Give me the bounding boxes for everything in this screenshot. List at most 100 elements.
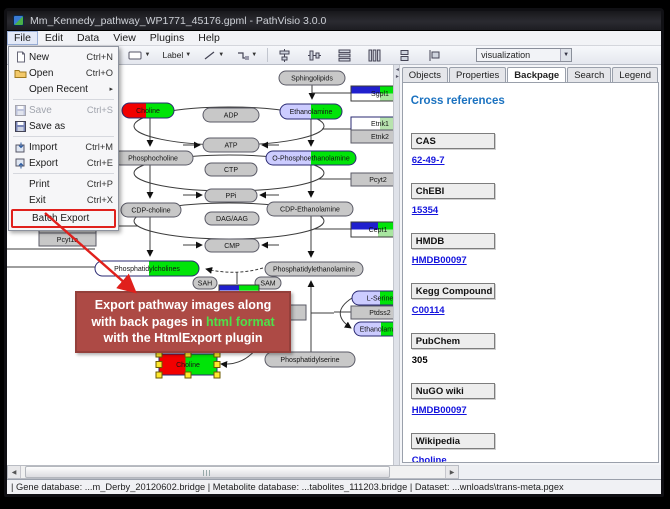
tab-legend[interactable]: Legend: [612, 67, 658, 82]
menu-separator: [13, 136, 114, 137]
phosphatidylethanolamine-node[interactable]: Phosphatidylethanolamine: [265, 262, 363, 276]
scroll-right-icon[interactable]: ▶: [445, 466, 458, 478]
dag-aag-node[interactable]: DAG/AAG: [205, 212, 259, 225]
align-center-button[interactable]: [274, 47, 295, 63]
gene-node-button[interactable]: ▼: [124, 47, 155, 63]
menu-item-label: Print: [29, 179, 87, 190]
node-label: Phosphatidylserine: [280, 357, 339, 364]
title-bar[interactable]: Mm_Kennedy_pathway_WP1771_45176.gpml - P…: [7, 11, 661, 31]
visualization-value: visualization: [481, 50, 530, 60]
pcyt1a-node[interactable]: Pcyt1a: [39, 233, 96, 246]
node-label: SAM: [260, 280, 275, 287]
cdp-ethanolamine-node[interactable]: CDP-Ethanolamine: [267, 202, 353, 216]
selection-handle: [156, 372, 162, 378]
status-bar: | Gene database: ...m_Derby_20120602.bri…: [7, 479, 661, 494]
menu-help[interactable]: Help: [191, 31, 227, 45]
ethanolamine-top-node[interactable]: Ethanolamine: [280, 104, 342, 119]
stack-vertical-button[interactable]: [394, 47, 415, 63]
file-menu-item-batch-export[interactable]: Batch Export: [13, 211, 114, 226]
menu-item-label: New: [29, 52, 86, 63]
tab-objects[interactable]: Objects: [402, 67, 448, 82]
choline-top-node[interactable]: Choline: [122, 103, 174, 118]
crossref-value: 305: [412, 355, 428, 366]
crossref-link[interactable]: HMDB00097: [412, 405, 467, 416]
menu-plugins[interactable]: Plugins: [143, 31, 191, 45]
distribute-horizontal-icon: [368, 49, 381, 62]
file-menu-item-save-as[interactable]: Save as: [10, 118, 117, 134]
import-icon: [12, 141, 29, 153]
o-phosphoethanolamine-node[interactable]: O-Phosphoethanolamine: [266, 151, 356, 165]
menu-edit[interactable]: Edit: [38, 31, 70, 45]
distribute-horizontal-button[interactable]: [364, 47, 385, 63]
menu-data[interactable]: Data: [70, 31, 106, 45]
node-label: ATP: [224, 142, 237, 149]
line-tool-button[interactable]: ▼: [199, 47, 228, 63]
phosphatidylserine-node[interactable]: Phosphatidylserine: [265, 352, 355, 367]
ethanolamine-bottom-node[interactable]: Ethanolamine: [354, 322, 394, 336]
phosphocholine-node[interactable]: Phosphocholine: [113, 151, 193, 165]
save-as-icon: [12, 120, 29, 132]
tab-properties[interactable]: Properties: [449, 67, 506, 82]
node-label: L-Serine: [367, 295, 394, 302]
node-label: Ethanolamine: [290, 109, 333, 116]
file-menu-item-exit[interactable]: ExitCtrl+X: [10, 192, 117, 208]
phosphatidylcholines-node[interactable]: Phosphatidylcholines: [95, 261, 199, 276]
node-label: PPi: [226, 193, 237, 200]
selection-handle: [185, 372, 191, 378]
menu-item-shortcut: Ctrl+X: [87, 195, 113, 205]
atp-node[interactable]: ATP: [203, 138, 259, 152]
menu-file[interactable]: File: [7, 31, 38, 45]
crossref-link[interactable]: Choline: [412, 455, 447, 463]
ctp-node[interactable]: CTP: [205, 163, 257, 176]
scroll-left-icon[interactable]: ◀: [8, 466, 21, 478]
etnk2-node[interactable]: Etnk2: [351, 130, 394, 143]
etnk1-node[interactable]: Etnk1: [351, 117, 394, 130]
scrollbar-thumb[interactable]: [25, 466, 390, 478]
crossref-section-cas: CAS62-49-7: [411, 133, 650, 178]
crossref-link[interactable]: HMDB00097: [412, 255, 467, 266]
tab-backpage[interactable]: Backpage: [507, 67, 566, 82]
align-middle-button[interactable]: [304, 47, 325, 63]
adp-node[interactable]: ADP: [203, 108, 259, 122]
crossref-link[interactable]: 15354: [412, 205, 438, 216]
file-menu-item-open-recent[interactable]: Open Recent▸: [10, 81, 117, 97]
ptdss2-node[interactable]: Ptdss2: [351, 306, 394, 319]
file-menu-item-save[interactable]: SaveCtrl+S: [10, 102, 117, 118]
file-menu-item-import[interactable]: ImportCtrl+M: [10, 139, 117, 155]
menu-item-shortcut: Ctrl+E: [87, 158, 113, 168]
cmp-node[interactable]: CMP: [205, 239, 259, 252]
sah-node[interactable]: SAH: [193, 277, 217, 289]
crossref-link[interactable]: C00114: [412, 305, 445, 316]
pcyt2-node[interactable]: Pcyt2: [351, 173, 394, 186]
elbow-connector-button[interactable]: ▼: [232, 47, 261, 63]
cept1-node[interactable]: Cept1: [351, 222, 394, 237]
visualization-combobox[interactable]: visualization ▼: [476, 48, 572, 62]
menu-item-shortcut: Ctrl+N: [86, 52, 113, 62]
file-menu-item-export[interactable]: ExportCtrl+E: [10, 155, 117, 171]
distribute-vertical-button[interactable]: [334, 47, 355, 63]
choline-selected-node[interactable]: Choline: [156, 351, 220, 378]
file-menu-item-print[interactable]: PrintCtrl+P: [10, 176, 117, 192]
crossref-link[interactable]: 62-49-7: [412, 155, 445, 166]
file-menu-item-new[interactable]: NewCtrl+N: [10, 49, 117, 65]
label-tool-button[interactable]: Label ▼: [158, 47, 195, 63]
sphingolipids-node[interactable]: Sphingolipids: [279, 71, 345, 85]
sgpl1-node[interactable]: Sgpl1: [351, 86, 394, 101]
app-window: Mm_Kennedy_pathway_WP1771_45176.gpml - P…: [4, 8, 664, 497]
align-middle-icon: [308, 49, 321, 62]
tab-search[interactable]: Search: [567, 67, 611, 82]
stack-horizontal-button[interactable]: [424, 47, 445, 63]
horizontal-scrollbar[interactable]: ◀ ▶: [7, 465, 459, 479]
crossref-source-label: NuGO wiki: [411, 383, 495, 399]
node-label: CDP-choline: [131, 207, 170, 214]
scrollbar-track[interactable]: [21, 466, 445, 478]
cdp-choline-node[interactable]: CDP-choline: [121, 203, 181, 217]
l-serine-node[interactable]: L-Serine: [352, 291, 394, 305]
menu-view[interactable]: View: [106, 31, 143, 45]
file-menu-item-open[interactable]: OpenCtrl+O: [10, 65, 117, 81]
splitter-collapse-icon[interactable]: ◂▸: [394, 67, 400, 81]
chevron-down-icon[interactable]: ▼: [560, 49, 571, 61]
ppi-node[interactable]: PPi: [205, 189, 257, 202]
callout-text: with the HtmlExport plugin: [103, 331, 262, 345]
panel-splitter[interactable]: ◂▸: [394, 65, 399, 465]
